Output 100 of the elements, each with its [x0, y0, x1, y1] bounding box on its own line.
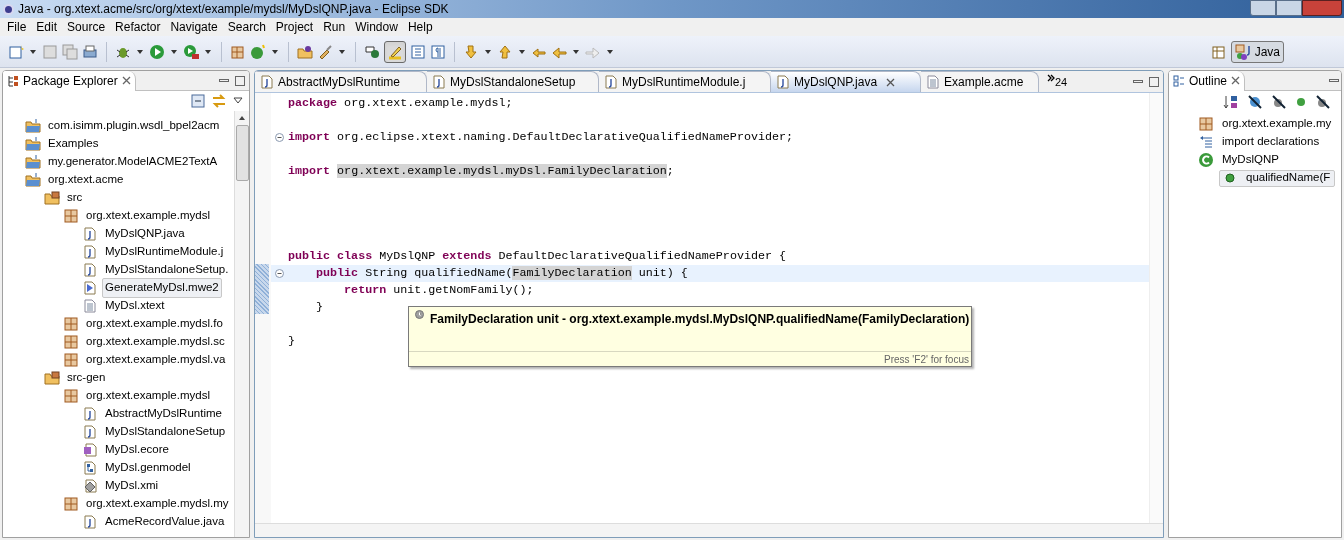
tree-icon [7, 74, 19, 87]
code-line: import org.xtext.example.mydsl.myDsl.FamilyDeclaration; [287, 163, 674, 180]
outline-item[interactable]: org.xtext.example.my [1195, 115, 1337, 133]
block-selection-icon[interactable] [410, 43, 426, 60]
tree-item[interactable]: com.isimm.plugin.wsdl_bpel2acm [45, 116, 223, 136]
menu-item[interactable]: Source [62, 18, 111, 36]
open-folder-icon[interactable] [297, 43, 313, 60]
java-file-icon [84, 263, 96, 277]
maximize-icon[interactable] [1149, 77, 1159, 87]
java-file-icon [84, 515, 96, 529]
minimize-icon[interactable] [219, 79, 229, 82]
tree-item[interactable]: src [64, 188, 86, 208]
tree-item[interactable]: MyDsl.xmi [102, 476, 162, 496]
package-icon [64, 317, 78, 331]
outline-item[interactable]: MyDslQNP [1195, 151, 1284, 169]
code-line: public class MyDslQNP extends DefaultDeclarativeQualifiedNameProvider { [287, 248, 786, 265]
tree-item[interactable]: MyDslQNP.java [102, 224, 188, 244]
hide-fields-icon[interactable] [1247, 94, 1263, 110]
tree-item[interactable]: Examples [45, 134, 102, 154]
scrollbar[interactable] [234, 111, 249, 537]
package-icon [64, 497, 78, 511]
external-tools-icon[interactable] [183, 43, 199, 60]
tree-item[interactable]: org.xtext.example.mydsl [83, 386, 213, 406]
panel-title: Outline [1189, 72, 1228, 90]
run-icon[interactable] [149, 43, 165, 60]
horizontal-scrollbar[interactable] [255, 523, 1163, 537]
tree-item[interactable]: AbstractMyDslRuntime [102, 404, 225, 424]
tree-item[interactable]: org.xtext.example.mydsl [83, 206, 213, 226]
print-icon[interactable] [82, 43, 98, 60]
fold-icon[interactable] [274, 133, 284, 142]
tree-item[interactable]: MyDsl.genmodel [102, 458, 194, 478]
mark-occurrences-button[interactable] [384, 40, 406, 63]
minimize-button[interactable] [1250, 0, 1276, 16]
open-perspective-icon[interactable] [1210, 43, 1227, 60]
tree-item[interactable]: AcmeRecordValue.java [102, 512, 228, 532]
play-file-icon [84, 281, 96, 295]
new-package-icon[interactable] [230, 43, 246, 60]
tree-item[interactable]: org.xtext.example.mydsl.my [83, 494, 232, 514]
outline-tab[interactable]: Outline [1169, 71, 1246, 91]
editor-tab[interactable]: MyDslRuntimeModule.j [599, 71, 771, 92]
editor-tab[interactable]: AbstractMyDslRuntime [255, 71, 427, 92]
editor-tab[interactable]: Example.acme [921, 71, 1039, 92]
pilcrow-icon[interactable] [430, 43, 446, 60]
menu-item[interactable]: Navigate [165, 18, 223, 36]
caret-icon[interactable] [233, 97, 243, 105]
menu-item[interactable]: Help [402, 18, 438, 36]
java-file-icon [84, 227, 96, 241]
fold-icon[interactable] [274, 269, 284, 278]
tree-item[interactable]: MyDsl.xtext [102, 296, 168, 316]
brush-icon[interactable] [317, 43, 333, 60]
maximize-button[interactable] [1276, 0, 1302, 16]
text-file-icon [927, 75, 939, 89]
grid-file-icon [83, 443, 97, 457]
hover-footer: Press 'F2' for focus [884, 351, 969, 367]
tree-item[interactable]: src-gen [64, 368, 109, 388]
class-icon [1198, 152, 1214, 168]
menu-item[interactable]: Project [270, 18, 319, 36]
close-button[interactable] [1302, 0, 1342, 16]
close-icon[interactable] [886, 77, 896, 87]
editor-tab[interactable]: MyDslStandaloneSetup [427, 71, 599, 92]
editor-tab[interactable]: MyDslQNP.java [771, 71, 921, 92]
maximize-icon[interactable] [235, 75, 245, 86]
menu-item[interactable]: Window [350, 18, 403, 36]
outline-item[interactable]: import declarations [1195, 133, 1325, 151]
tree-item[interactable]: my.generator.ModelACME2TextA [45, 152, 221, 172]
tab-overflow[interactable]: 24 [1039, 71, 1068, 92]
scroll-thumb[interactable] [235, 125, 249, 181]
java-file-icon [777, 75, 789, 89]
close-icon[interactable] [1231, 76, 1241, 85]
sort-icon[interactable] [1223, 94, 1239, 110]
tree-item[interactable]: MyDsl.ecore [102, 440, 172, 460]
source-folder-icon [44, 371, 60, 385]
tree-item[interactable]: org.xtext.acme [45, 170, 127, 190]
text-file-icon [84, 299, 96, 313]
tree-item[interactable]: MyDslStandaloneSetup [102, 422, 229, 442]
perspective-button[interactable]: Java [1230, 40, 1284, 63]
menu-item[interactable]: Run [318, 18, 351, 36]
close-icon[interactable] [121, 76, 131, 85]
hide-local-icon[interactable] [1315, 94, 1331, 110]
tree-item[interactable]: org.xtext.example.mydsl.fo [83, 314, 226, 334]
change-marker [255, 264, 269, 314]
tree-item[interactable]: org.xtext.example.mydsl.va [83, 350, 229, 370]
outline-item[interactable]: qualifiedName(F [1219, 169, 1336, 187]
menu-item[interactable]: File [2, 18, 32, 36]
code-line: return unit.getNomFamily(); [343, 282, 534, 299]
minimize-icon[interactable] [1133, 80, 1143, 83]
collapse-all-icon[interactable] [191, 94, 205, 108]
tree-item[interactable]: org.xtext.example.mydsl.sc [83, 332, 228, 352]
package-explorer-tab[interactable]: Package Explorer [3, 71, 136, 91]
source-folder-icon [44, 191, 60, 205]
tree-item[interactable]: MyDslRuntimeModule.j [102, 242, 227, 262]
code-line: import org.eclipse.xtext.naming.DefaultDeclarativeQualifiedNameProvider; [287, 129, 793, 146]
menu-item[interactable]: Search [222, 18, 271, 36]
minimize-icon[interactable] [1329, 79, 1339, 82]
menu-item[interactable]: Edit [31, 18, 63, 36]
tree-item[interactable]: MyDslStandaloneSetup. [102, 260, 232, 280]
dot-icon[interactable] [1295, 96, 1307, 108]
menu-item[interactable]: Refactor [110, 18, 166, 36]
tree-item[interactable]: GenerateMyDsl.mwe2 [102, 278, 222, 298]
hide-static-icon[interactable] [1271, 94, 1287, 110]
